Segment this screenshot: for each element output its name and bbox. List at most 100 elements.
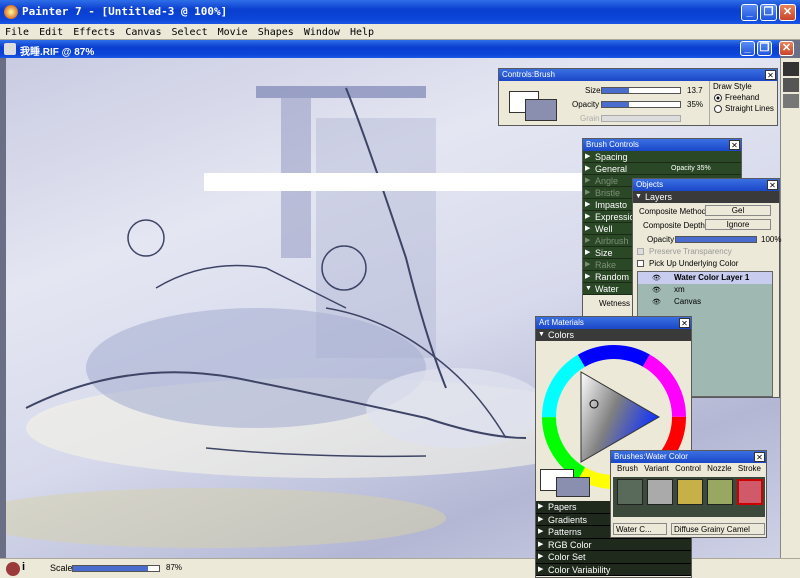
scale-slider-fill <box>73 566 148 571</box>
composite-method-select[interactable]: Gel <box>705 205 771 216</box>
menu-shapes[interactable]: Shapes <box>253 24 299 41</box>
brush-tool-icon[interactable] <box>617 479 643 505</box>
brush-variant[interactable]: Diffuse Grainy Camel <box>671 523 765 535</box>
pickup-checkbox[interactable] <box>637 260 644 267</box>
eye-icon[interactable]: 👁 <box>652 274 661 282</box>
painter-logo-icon <box>4 5 18 19</box>
brush-category[interactable]: Water C... <box>613 523 667 535</box>
minimize-button[interactable]: _ <box>741 4 758 21</box>
close-icon[interactable]: ✕ <box>754 452 765 462</box>
scale-slider[interactable] <box>72 565 160 572</box>
primary-color-swatch[interactable] <box>525 99 557 121</box>
doc-minimize-button[interactable]: _ <box>740 41 755 56</box>
brushes-menu-stroke[interactable]: Stroke <box>738 464 761 473</box>
menu-help[interactable]: Help <box>345 24 379 41</box>
brushes-menu-brush[interactable]: Brush <box>617 464 638 473</box>
canvas-white-bar <box>204 173 594 191</box>
brushes-title: Brushes:Water Color <box>614 452 688 461</box>
app-title: Painter 7 - [Untitled-3 @ 100%] <box>22 5 228 18</box>
menu-file[interactable]: File <box>0 24 34 41</box>
bc-general-opacity: Opacity 35% <box>671 165 711 172</box>
tool-button-2[interactable] <box>783 78 799 92</box>
size-slider-fill <box>602 88 630 93</box>
layers-section-header[interactable]: Layers <box>633 191 779 203</box>
straight-lines-radio[interactable] <box>714 105 722 113</box>
app-title-bar: Painter 7 - [Untitled-3 @ 100%] _ ❐ ✕ <box>0 0 800 24</box>
tool-button-1[interactable] <box>783 62 799 76</box>
brushes-panel: Brushes:Water Color ✕ Brush Variant Contr… <box>610 450 767 538</box>
size-value: 13.7 <box>687 86 703 95</box>
menu-window[interactable]: Window <box>299 24 345 41</box>
freehand-radio[interactable] <box>714 94 722 102</box>
opacity-slider-fill <box>602 102 630 107</box>
size-label: Size <box>585 86 601 95</box>
layer-opacity-value: 100% <box>761 235 782 244</box>
am-color-variability[interactable]: Color Variability <box>536 563 691 576</box>
brush-tool-icon[interactable] <box>647 479 673 505</box>
menu-movie[interactable]: Movie <box>213 24 253 41</box>
eye-icon[interactable]: 👁 <box>652 286 661 294</box>
layer-name: Canvas <box>674 297 702 306</box>
brushes-title-bar: Brushes:Water Color ✕ <box>611 451 766 463</box>
doc-restore-button[interactable]: ❐ <box>757 41 772 56</box>
draw-style-label: Draw Style <box>713 82 752 91</box>
brushes-menu-control[interactable]: Control <box>675 464 701 473</box>
brush-tool-icon[interactable] <box>707 479 733 505</box>
brushes-menu-variant[interactable]: Variant <box>644 464 669 473</box>
wetness-label: Wetness <box>599 299 630 308</box>
brushes-menu: Brush Variant Control Nozzle Stroke <box>611 463 766 475</box>
controls-brush-title-bar: Controls:Brush ✕ <box>499 69 777 81</box>
menu-select[interactable]: Select <box>166 24 212 41</box>
layer-opacity-label: Opacity <box>647 235 675 244</box>
document-title-bar: 我睡.RIF @ 87% _ ❐ <box>0 40 780 58</box>
am-rgb-color[interactable]: RGB Color <box>536 538 691 551</box>
layer-name: xm <box>674 285 685 294</box>
pencil-icon[interactable] <box>677 479 703 505</box>
layer-opacity-slider[interactable] <box>675 236 757 243</box>
close-icon[interactable]: ✕ <box>767 180 778 190</box>
document-title: 我睡.RIF @ 87% <box>20 47 95 58</box>
scale-label: Scale <box>50 563 73 573</box>
controls-brush-panel: Controls:Brush ✕ Size 13.7 Opacity 35% Gr… <box>498 68 778 126</box>
close-button[interactable]: ✕ <box>779 4 796 21</box>
opacity-slider[interactable] <box>601 101 681 108</box>
tool-button-3[interactable] <box>783 94 799 108</box>
art-materials-title-bar: Art Materials ✕ <box>536 317 691 329</box>
brush-controls-title-bar: Brush Controls ✕ <box>583 139 741 151</box>
freehand-label: Freehand <box>725 93 760 102</box>
menu-edit[interactable]: Edit <box>34 24 68 41</box>
menu-canvas[interactable]: Canvas <box>120 24 166 41</box>
bc-general-label: General <box>595 164 628 174</box>
size-slider[interactable] <box>601 87 681 94</box>
am-primary-swatch[interactable] <box>556 477 590 497</box>
menu-effects[interactable]: Effects <box>68 24 120 41</box>
bc-spacing[interactable]: Spacing <box>583 151 741 163</box>
opacity-value: 35% <box>687 100 704 109</box>
art-materials-panel: Art Materials✕ Colors Papers Gradients P… <box>535 316 692 578</box>
maximize-button[interactable]: ❐ <box>760 4 777 21</box>
document-icon <box>4 43 16 55</box>
scale-value: 87% <box>166 563 183 572</box>
am-color-set[interactable]: Color Set <box>536 551 691 564</box>
layer-name: Water Color Layer 1 <box>674 273 750 282</box>
composite-depth-select[interactable]: Ignore <box>705 219 771 230</box>
brush-controls-title: Brush Controls <box>586 140 639 149</box>
composite-method-label: Composite Method <box>639 207 707 216</box>
toolbox-strip <box>780 58 800 558</box>
watercolor-brush-icon[interactable] <box>737 479 763 505</box>
controls-brush-title: Controls:Brush <box>502 70 555 79</box>
brush-status-icon[interactable] <box>6 562 20 576</box>
layer-opacity-fill <box>676 237 756 242</box>
straight-lines-label: Straight Lines <box>725 104 774 113</box>
info-icon[interactable]: i <box>22 561 25 573</box>
bc-general[interactable]: General Opacity 35% <box>583 163 741 175</box>
brushes-menu-nozzle[interactable]: Nozzle <box>707 464 731 473</box>
doc-close-button[interactable]: ✕ <box>779 41 794 56</box>
close-icon[interactable]: ✕ <box>729 140 740 150</box>
close-icon[interactable]: ✕ <box>765 70 776 80</box>
preserve-checkbox <box>637 248 644 255</box>
preserve-label: Preserve Transparency <box>649 247 732 256</box>
close-icon[interactable]: ✕ <box>679 318 690 328</box>
colors-section-header[interactable]: Colors <box>536 329 691 341</box>
eye-icon[interactable]: 👁 <box>652 298 661 306</box>
